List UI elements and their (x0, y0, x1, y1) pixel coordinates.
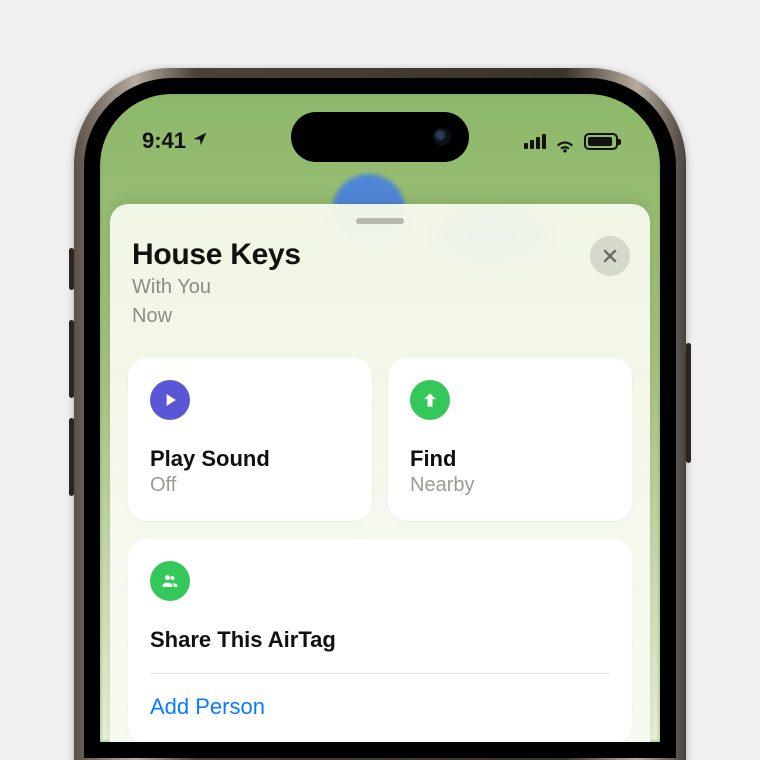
find-card[interactable]: Find Nearby (388, 358, 632, 521)
dynamic-island (291, 112, 469, 162)
status-right (524, 133, 618, 150)
battery-icon (584, 133, 618, 150)
find-title: Find (410, 446, 610, 472)
phone-frame: 9:41 House Keys With You (74, 68, 686, 760)
play-sound-status: Off (150, 474, 350, 497)
action-row: Play Sound Off Find Nearby (128, 358, 632, 521)
clock: 9:41 (142, 128, 186, 154)
people-icon (150, 561, 190, 601)
wifi-icon (554, 133, 576, 149)
screen: 9:41 House Keys With You (100, 94, 660, 742)
share-title: Share This AirTag (150, 627, 610, 673)
play-sound-card[interactable]: Play Sound Off (128, 358, 372, 521)
find-status: Nearby (410, 474, 610, 497)
close-button[interactable] (590, 236, 630, 276)
sheet-grabber[interactable] (356, 218, 404, 224)
arrow-up-icon (410, 380, 450, 420)
add-person-button[interactable]: Add Person (150, 674, 610, 742)
item-time: Now (132, 303, 628, 330)
status-left: 9:41 (142, 128, 208, 154)
play-sound-title: Play Sound (150, 446, 350, 472)
item-title: House Keys (132, 238, 628, 272)
sheet-header: House Keys With You Now (128, 238, 632, 350)
volume-down-button (69, 418, 74, 496)
item-sheet: House Keys With You Now Play Sound Off (110, 204, 650, 742)
item-location: With You (132, 274, 628, 301)
volume-up-button (69, 320, 74, 398)
close-icon (602, 248, 618, 264)
share-card: Share This AirTag Add Person (128, 539, 632, 742)
play-icon (150, 380, 190, 420)
location-arrow-icon (192, 131, 208, 152)
cellular-signal-icon (524, 133, 546, 149)
power-button (686, 343, 691, 463)
silent-switch (69, 248, 74, 290)
phone-bezel: 9:41 House Keys With You (84, 78, 676, 758)
